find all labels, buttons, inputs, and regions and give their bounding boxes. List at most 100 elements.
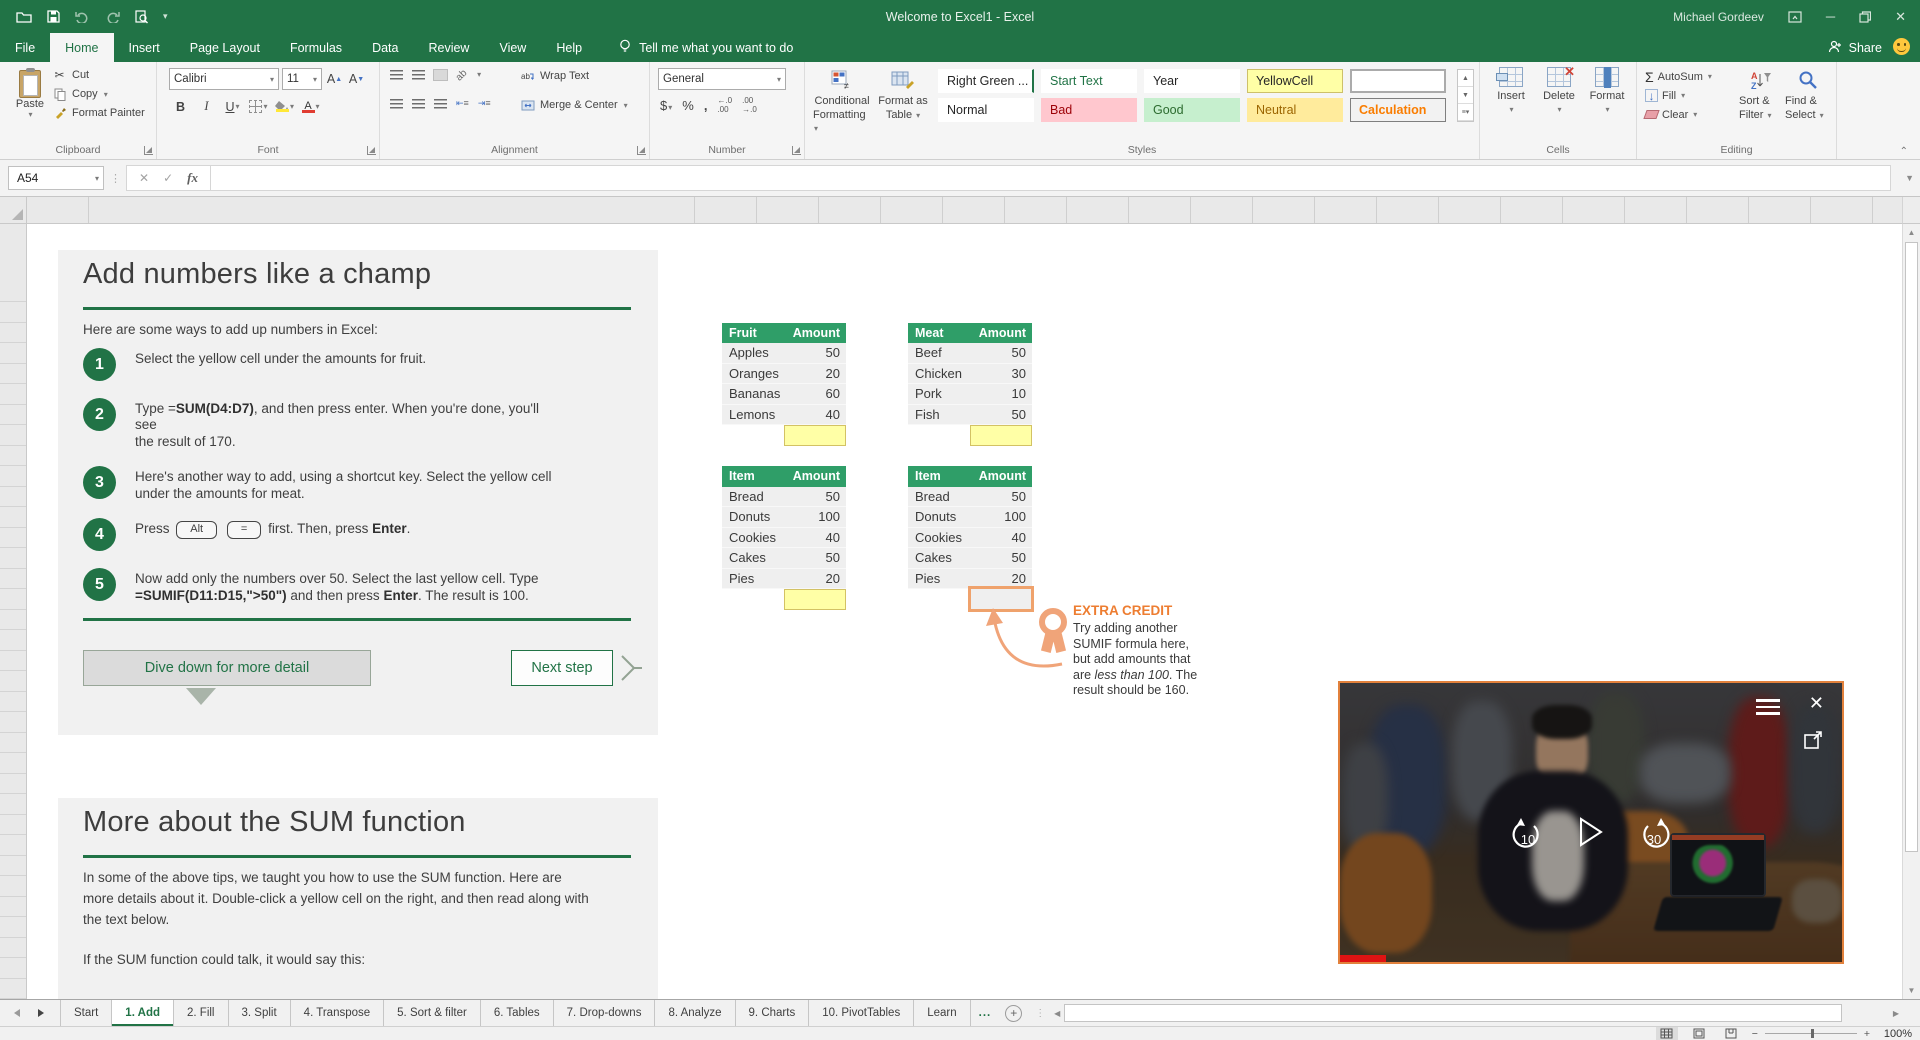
row-header[interactable] xyxy=(0,692,26,712)
row-header[interactable] xyxy=(0,917,26,938)
row-header[interactable] xyxy=(0,897,26,917)
decrease-font-icon[interactable]: A ▼ xyxy=(347,69,366,90)
find-select-button[interactable]: Find & Select ▾ xyxy=(1785,70,1831,122)
name-box[interactable]: A54 ▾ xyxy=(8,166,104,190)
styles-gallery-scroll[interactable]: ▲ ▼ ≡▾ xyxy=(1457,69,1474,122)
redo-icon[interactable] xyxy=(105,11,120,23)
sheet-tab[interactable]: 9. Charts xyxy=(736,1000,810,1026)
video-rewind-10-button[interactable]: 10 xyxy=(1508,817,1548,852)
next-sheet-icon[interactable] xyxy=(38,1009,44,1017)
column-header[interactable] xyxy=(1067,197,1129,223)
video-player[interactable]: ✕ 10 30 xyxy=(1338,681,1844,964)
page-layout-view-button[interactable] xyxy=(1688,1027,1710,1040)
confirm-entry-icon[interactable]: ✓ xyxy=(163,171,173,185)
column-header[interactable] xyxy=(1811,197,1873,223)
row-header[interactable] xyxy=(0,487,26,507)
horizontal-scrollbar[interactable]: ◀ ▶ xyxy=(1051,1003,1902,1023)
row-header[interactable] xyxy=(0,224,26,302)
align-left-icon[interactable] xyxy=(390,98,403,109)
fill-button[interactable]: ↓ Fill ▾ xyxy=(1645,86,1712,105)
row-header[interactable] xyxy=(0,425,26,446)
orientation-icon[interactable]: ab xyxy=(454,68,470,84)
row-header[interactable] xyxy=(0,630,26,651)
font-color-button[interactable]: A ▾ xyxy=(301,96,320,117)
insert-function-icon[interactable]: fx xyxy=(187,170,198,186)
scroll-left-icon[interactable]: ◀ xyxy=(1051,1003,1063,1023)
row-header[interactable] xyxy=(0,589,26,610)
number-dialog-launcher[interactable] xyxy=(792,146,801,155)
row-header[interactable] xyxy=(0,384,26,405)
font-size-select[interactable]: 11 ▾ xyxy=(282,68,322,90)
decrease-indent-icon[interactable]: ⇤≡ xyxy=(456,98,469,109)
row-header[interactable] xyxy=(0,979,26,999)
row-header[interactable] xyxy=(0,671,26,692)
meat-table[interactable]: Meat Amount Beef 50 Chicken 30 Pork 10 Fish 50 xyxy=(908,322,1032,425)
style-start-text[interactable]: Start Text xyxy=(1041,69,1137,93)
video-play-button[interactable] xyxy=(1576,815,1606,854)
item-table-right[interactable]: Item Amount Bread 50 Donuts 100 Cookies 40 Cake… xyxy=(908,466,1032,589)
new-sheet-button[interactable]: + xyxy=(1005,1004,1023,1022)
row-header[interactable] xyxy=(0,815,26,835)
print-preview-icon[interactable] xyxy=(135,9,148,24)
conditional-formatting-button[interactable]: ≠ Conditional Formatting ▾ xyxy=(813,70,871,136)
paste-button[interactable]: Paste ▾ xyxy=(8,67,52,141)
zoom-in-icon[interactable]: + xyxy=(1864,1028,1870,1040)
yellow-input-cell-meat[interactable] xyxy=(970,425,1032,446)
autosum-button[interactable]: Σ AutoSum ▾ xyxy=(1645,67,1712,86)
column-header[interactable] xyxy=(89,197,695,223)
row-header[interactable] xyxy=(0,446,26,466)
sheet-tab[interactable]: 1. Add xyxy=(112,1000,175,1026)
column-header[interactable] xyxy=(757,197,819,223)
previous-sheet-icon[interactable] xyxy=(14,1009,20,1017)
row-header[interactable] xyxy=(0,364,26,384)
comma-format-button[interactable]: , xyxy=(704,98,708,113)
sheet-tab[interactable]: Learn xyxy=(914,1000,971,1026)
video-popout-icon[interactable] xyxy=(1804,731,1824,754)
align-right-icon[interactable] xyxy=(434,98,447,109)
fruit-table[interactable]: Fruit Amount Apples 50 Oranges 20 Bananas 60 Le… xyxy=(722,322,846,425)
column-header[interactable] xyxy=(27,197,89,223)
italic-button[interactable]: I xyxy=(197,96,216,117)
align-top-icon[interactable] xyxy=(390,70,403,80)
column-header[interactable] xyxy=(1315,197,1377,223)
zoom-level[interactable]: 100% xyxy=(1880,1028,1912,1040)
vertical-scroll-thumb[interactable] xyxy=(1905,242,1918,852)
column-header[interactable] xyxy=(819,197,881,223)
row-header[interactable] xyxy=(0,733,26,753)
column-header[interactable] xyxy=(1563,197,1625,223)
more-sheets-indicator[interactable]: ... xyxy=(971,1000,1000,1026)
row-header[interactable] xyxy=(0,466,26,487)
number-format-select[interactable]: General ▾ xyxy=(658,68,786,90)
style-good[interactable]: Good xyxy=(1144,98,1240,122)
normal-view-button[interactable] xyxy=(1655,1027,1678,1040)
underline-button[interactable]: U ▾ xyxy=(223,96,242,117)
ribbon-tab[interactable]: Data xyxy=(357,33,413,62)
column-header[interactable] xyxy=(1687,197,1749,223)
percent-format-button[interactable]: % xyxy=(682,98,694,113)
format-as-table-button[interactable]: Format as Table ▾ xyxy=(875,70,931,122)
row-header[interactable] xyxy=(0,302,26,323)
style-right-green[interactable]: Right Green ... xyxy=(938,69,1034,93)
sheet-tab[interactable]: 8. Analyze xyxy=(655,1000,736,1026)
sheet-tab[interactable]: 2. Fill xyxy=(174,1000,229,1026)
clipboard-dialog-launcher[interactable] xyxy=(144,146,153,155)
column-header[interactable] xyxy=(1377,197,1439,223)
scroll-up-icon[interactable]: ▲ xyxy=(1903,224,1920,241)
row-header[interactable] xyxy=(0,876,26,897)
decrease-decimal-icon[interactable]: .00 →.0 xyxy=(742,96,757,114)
save-icon[interactable] xyxy=(47,10,60,23)
ribbon-tab[interactable]: Home xyxy=(50,33,114,62)
row-header[interactable] xyxy=(0,753,26,774)
currency-format-button[interactable]: $▾ xyxy=(660,98,672,113)
sheet-tab[interactable]: 4. Transpose xyxy=(291,1000,385,1026)
row-header[interactable] xyxy=(0,323,26,343)
style-normal[interactable]: Normal xyxy=(938,98,1034,122)
style-neutral[interactable]: Neutral xyxy=(1247,98,1343,122)
select-all-corner[interactable] xyxy=(0,197,27,223)
increase-decimal-icon[interactable]: ←.0.00 xyxy=(717,96,732,114)
style-calculation[interactable]: Calculation xyxy=(1350,98,1446,122)
ribbon-tab[interactable]: View xyxy=(484,33,541,62)
cancel-entry-icon[interactable]: ✕ xyxy=(139,171,149,185)
row-header[interactable] xyxy=(0,856,26,876)
style-year[interactable]: Year xyxy=(1144,69,1240,93)
